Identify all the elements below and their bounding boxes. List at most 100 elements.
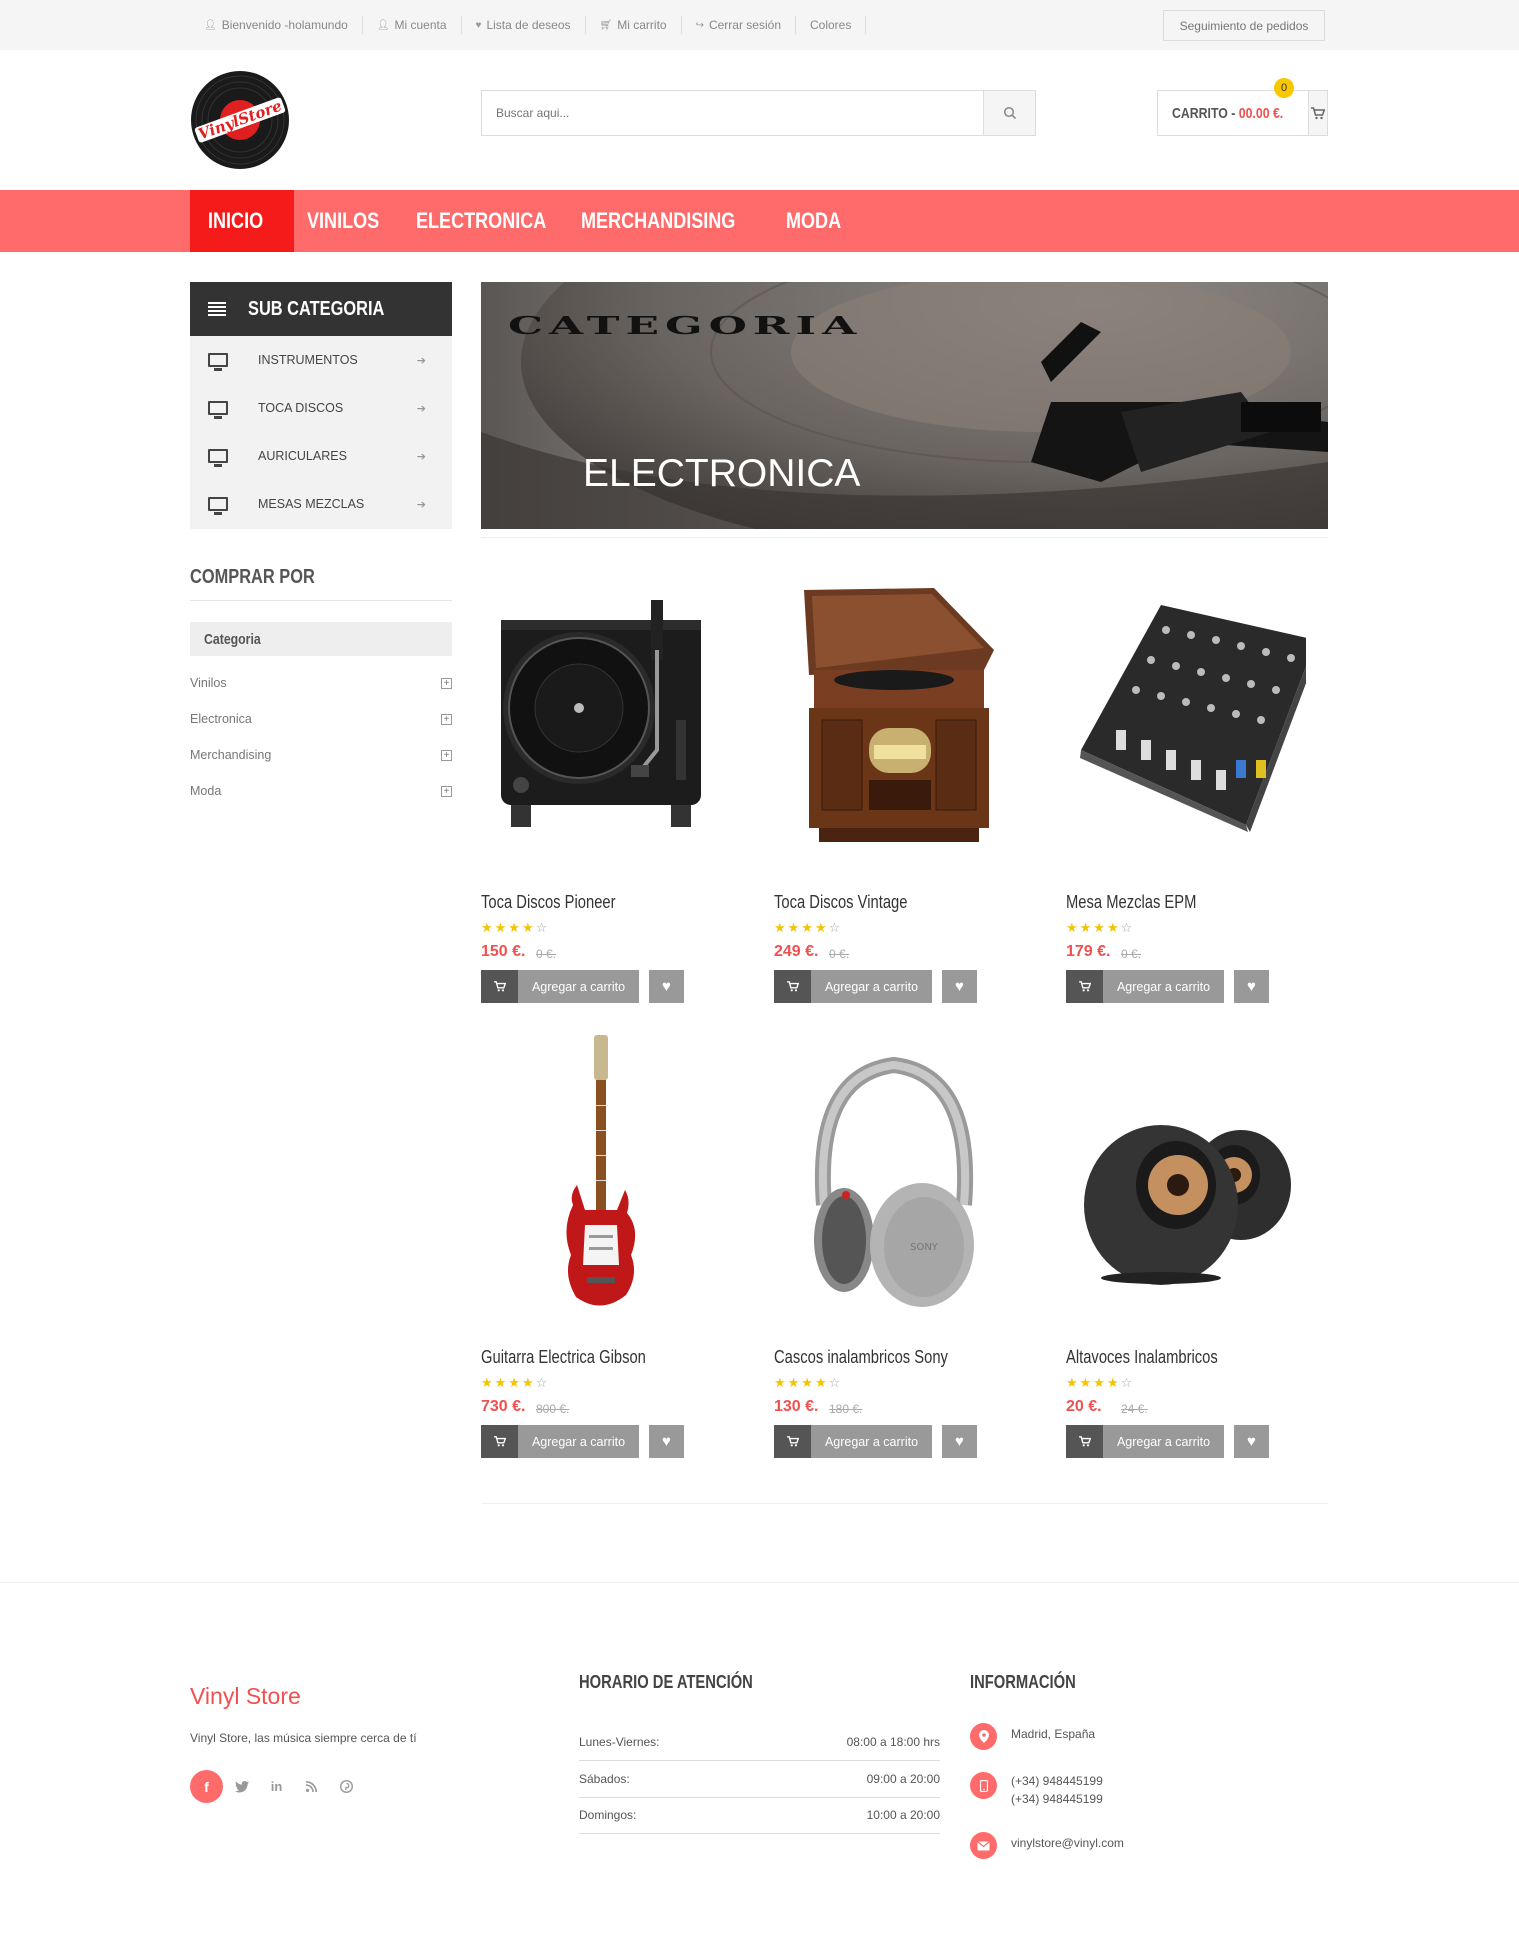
product-card: Toca Discos Vintage ★★★★☆ 249 €. 0 €. Ag… bbox=[774, 580, 1014, 1010]
heart-icon: ♥ bbox=[662, 978, 671, 995]
product-image[interactable]: SONY bbox=[774, 1035, 1014, 1335]
subcategory-header: SUB CATEGORIA bbox=[190, 282, 452, 336]
banner-subtitle: ELECTRONICA bbox=[583, 452, 861, 495]
product-card: Toca Discos Pioneer ★★★★☆ 150 €. 0 €. Ag… bbox=[481, 580, 721, 1010]
shop-by-heading: COMPRAR POR bbox=[190, 566, 315, 588]
expand-icon[interactable]: + bbox=[441, 713, 452, 725]
nav-electronica[interactable]: ELECTRONICA bbox=[416, 190, 573, 252]
product-name[interactable]: Mesa Mezclas EPM bbox=[1066, 892, 1225, 913]
heart-icon: ♥ bbox=[662, 1433, 671, 1450]
wishlist-button[interactable]: ♥ bbox=[942, 970, 977, 1003]
category-banner: CATEGORIA ELECTRONICA bbox=[481, 282, 1328, 529]
wishlist-button[interactable]: ♥ bbox=[649, 970, 684, 1003]
heart-icon: ♥ bbox=[955, 1433, 964, 1450]
monitor-icon bbox=[208, 497, 228, 515]
menu-icon bbox=[208, 302, 226, 316]
heart-icon: ♥ bbox=[475, 19, 482, 31]
info-address: Madrid, España bbox=[970, 1723, 1095, 1750]
product-image[interactable] bbox=[774, 580, 1014, 880]
expand-icon[interactable]: + bbox=[441, 785, 452, 797]
product-image[interactable] bbox=[481, 580, 721, 880]
product-name[interactable]: Guitarra Electrica Gibson bbox=[481, 1347, 682, 1368]
nav-merchandising[interactable]: MERCHANDISING bbox=[578, 190, 773, 252]
info-email[interactable]: vinylstore@vinyl.com bbox=[970, 1832, 1124, 1859]
wishlist-button[interactable]: ♥ bbox=[649, 1425, 684, 1458]
search-button[interactable] bbox=[983, 91, 1035, 135]
add-to-cart-button[interactable]: Agregar a carrito bbox=[481, 970, 639, 1003]
nav-moda[interactable]: MODA bbox=[770, 190, 870, 252]
cart-icon bbox=[1066, 970, 1103, 1003]
my-cart-link[interactable]: 🛒︎ Mi carrito bbox=[586, 16, 682, 34]
cart-icon[interactable] bbox=[1307, 91, 1327, 135]
rss-icon[interactable] bbox=[295, 1770, 328, 1803]
subcategory-list: INSTRUMENTOS ➔ TOCA DISCOS ➔ AURICULARES ➔ … bbox=[190, 336, 452, 529]
twitter-icon[interactable] bbox=[225, 1770, 258, 1803]
product-name[interactable]: Cascos inalambricos Sony bbox=[774, 1347, 986, 1368]
subcat-toca-discos[interactable]: TOCA DISCOS ➔ bbox=[190, 384, 452, 432]
add-to-cart-button[interactable]: Agregar a carrito bbox=[774, 1425, 932, 1458]
add-to-cart-button[interactable]: Agregar a carrito bbox=[774, 970, 932, 1003]
product-price: 249 €. bbox=[774, 943, 819, 960]
category-electronica[interactable]: Electronica + bbox=[190, 712, 452, 726]
heart-icon: ♥ bbox=[1247, 1433, 1256, 1450]
search-input[interactable] bbox=[482, 91, 983, 135]
category-merchandising[interactable]: Merchandising + bbox=[190, 748, 452, 762]
arrow-right-icon: ➔ bbox=[416, 402, 426, 415]
footer-brand: Vinyl Store bbox=[190, 1683, 301, 1709]
cart-icon bbox=[481, 1425, 518, 1458]
wishlist-button[interactable]: ♥ bbox=[1234, 1425, 1269, 1458]
arrow-right-icon: ➔ bbox=[416, 450, 426, 463]
product-name[interactable]: Toca Discos Vintage bbox=[774, 892, 937, 913]
colors-link[interactable]: Colores bbox=[796, 16, 867, 34]
category-vinilos[interactable]: Vinilos + bbox=[190, 676, 452, 690]
category-filter-header[interactable]: Categoria bbox=[190, 622, 452, 656]
add-to-cart-button[interactable]: Agregar a carrito bbox=[1066, 970, 1224, 1003]
nav-vinilos[interactable]: VINILOS bbox=[294, 190, 409, 252]
footer-tagline: Vinyl Store, las música siempre cerca de… bbox=[190, 1731, 417, 1745]
category-moda[interactable]: Moda + bbox=[190, 784, 452, 798]
product-image[interactable] bbox=[1066, 580, 1320, 880]
divider bbox=[481, 537, 1328, 538]
wishlist-link[interactable]: ♥ Lista de deseos bbox=[462, 16, 586, 34]
product-image[interactable] bbox=[481, 1035, 721, 1335]
old-price: 180 €. bbox=[829, 1402, 863, 1416]
hours-row: Lunes-Viernes: 08:00 a 18:00 hrs bbox=[579, 1735, 940, 1761]
nav-inicio[interactable]: INICIO bbox=[190, 190, 294, 252]
product-price: 150 €. bbox=[481, 943, 526, 960]
subcat-mesas-mezclas[interactable]: MESAS MEZCLAS ➔ bbox=[190, 480, 452, 528]
facebook-icon[interactable]: f bbox=[190, 1770, 223, 1803]
expand-icon[interactable]: + bbox=[441, 749, 452, 761]
product-name[interactable]: Toca Discos Pioneer bbox=[481, 892, 645, 913]
add-to-cart-button[interactable]: Agregar a carrito bbox=[481, 1425, 639, 1458]
wishlist-button[interactable]: ♥ bbox=[1234, 970, 1269, 1003]
info-phone: (+34) 948445199 (+34) 948445199 bbox=[970, 1772, 1103, 1808]
product-name[interactable]: Altavoces Inalambricos bbox=[1066, 1347, 1251, 1368]
monitor-icon bbox=[208, 353, 228, 371]
cart-icon bbox=[774, 970, 811, 1003]
wishlist-button[interactable]: ♥ bbox=[942, 1425, 977, 1458]
my-account-link[interactable]: 👤︎ Mi cuenta bbox=[363, 16, 462, 34]
product-image[interactable] bbox=[1066, 1035, 1306, 1335]
cart-widget[interactable]: CARRITO - 00.00 €. bbox=[1157, 90, 1328, 136]
arrow-right-icon: ➔ bbox=[416, 498, 426, 511]
heart-icon: ♥ bbox=[1247, 978, 1256, 995]
hours-row: Domingos: 10:00 a 20:00 bbox=[579, 1808, 940, 1834]
logout-link[interactable]: ↪ Cerrar sesión bbox=[682, 16, 796, 34]
welcome-link[interactable]: 👤︎ Bienvenido -holamundo bbox=[190, 16, 363, 34]
search-bar bbox=[481, 90, 1036, 136]
subcat-auriculares[interactable]: AURICULARES ➔ bbox=[190, 432, 452, 480]
divider bbox=[481, 1503, 1328, 1504]
subcat-instrumentos[interactable]: INSTRUMENTOS ➔ bbox=[190, 336, 452, 384]
linkedin-icon[interactable]: in bbox=[260, 1770, 293, 1803]
product-card: Guitarra Electrica Gibson ★★★★☆ 730 €. 8… bbox=[481, 1035, 721, 1465]
heart-icon: ♥ bbox=[955, 978, 964, 995]
arrow-right-icon: ➔ bbox=[416, 354, 426, 367]
expand-icon[interactable]: + bbox=[441, 677, 452, 689]
rating-stars: ★★★★☆ bbox=[774, 920, 843, 935]
hours-heading: HORARIO DE ATENCIÓN bbox=[579, 1672, 753, 1692]
vinyl-store-logo[interactable]: VinylStore bbox=[190, 70, 290, 170]
add-to-cart-button[interactable]: Agregar a carrito bbox=[1066, 1425, 1224, 1458]
track-orders-button[interactable]: Seguimiento de pedidos bbox=[1163, 10, 1325, 41]
map-pin-icon bbox=[970, 1723, 997, 1750]
pinterest-icon[interactable] bbox=[330, 1770, 363, 1803]
